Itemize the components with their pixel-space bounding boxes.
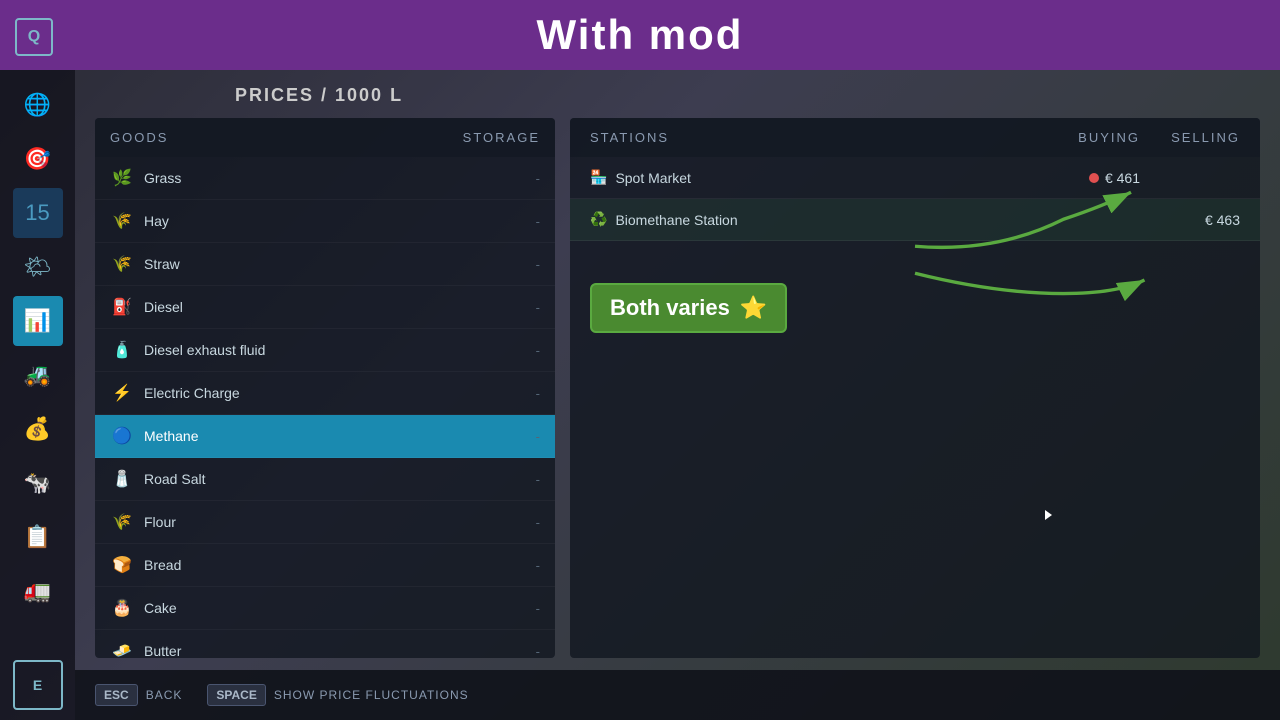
- station-label-spot-market: Spot Market: [615, 170, 690, 186]
- left-sidebar: 🌐 🎯 15 🌤 📊 🚜 💰 🐄 📋 🚛 E: [0, 70, 75, 720]
- goods-storage-grass: -: [536, 171, 540, 186]
- space-key-label: SHOW PRICE FLUCTUATIONS: [274, 688, 469, 702]
- station-icon-spot-market: 🏪: [590, 169, 607, 186]
- goods-name-bread: Bread: [144, 557, 536, 573]
- sidebar-icon-steering[interactable]: 🎯: [13, 134, 63, 184]
- sidebar-icon-animals[interactable]: 🐄: [13, 458, 63, 508]
- bottom-bar: ESC BACK SPACE SHOW PRICE FLUCTUATIONS: [75, 670, 1280, 720]
- goods-item-road-salt[interactable]: 🧂 Road Salt -: [95, 458, 555, 501]
- goods-item-electric-charge[interactable]: ⚡ Electric Charge -: [95, 372, 555, 415]
- space-key-badge[interactable]: SPACE: [207, 684, 265, 706]
- goods-item-straw[interactable]: 🌾 Straw -: [95, 243, 555, 286]
- station-icon-biomethane: ♻️: [590, 211, 607, 228]
- goods-name-hay: Hay: [144, 213, 536, 229]
- goods-storage-methane: -: [536, 429, 540, 444]
- goods-storage-diesel-exhaust: -: [536, 343, 540, 358]
- goods-storage-electric-charge: -: [536, 386, 540, 401]
- buying-column-header: BUYING: [1020, 130, 1140, 145]
- goods-name-cake: Cake: [144, 600, 536, 616]
- station-name-biomethane: ♻️ Biomethane Station: [590, 211, 1020, 228]
- goods-panel-header: GOODS STORAGE: [95, 118, 555, 157]
- goods-icon-flour: 🌾: [110, 510, 134, 534]
- goods-panel: GOODS STORAGE 🌿 Grass - 🌾 Hay - 🌾 Straw …: [95, 118, 555, 658]
- goods-name-flour: Flour: [144, 514, 536, 530]
- goods-item-hay[interactable]: 🌾 Hay -: [95, 200, 555, 243]
- both-varies-badge: Both varies ⭐: [590, 283, 787, 333]
- station-buying-spot-market: € 461: [1020, 170, 1140, 186]
- sidebar-icon-weather[interactable]: 🌤: [13, 242, 63, 292]
- sidebar-icon-stats[interactable]: 📊: [13, 296, 63, 346]
- station-label-biomethane: Biomethane Station: [615, 212, 737, 228]
- goods-icon-diesel-exhaust: 🧴: [110, 338, 134, 362]
- q-key-badge: Q: [15, 18, 53, 56]
- station-name: 🏪 Spot Market: [590, 169, 1020, 186]
- sidebar-icon-calendar[interactable]: 15: [13, 188, 63, 238]
- stations-panel: STATIONS BUYING SELLING 🏪 Spot Market € …: [570, 118, 1260, 658]
- goods-item-bread[interactable]: 🍞 Bread -: [95, 544, 555, 587]
- sidebar-icon-vehicles[interactable]: 🚛: [13, 566, 63, 616]
- page-banner-title: With mod: [537, 11, 744, 59]
- goods-storage-road-salt: -: [536, 472, 540, 487]
- esc-key-badge[interactable]: ESC: [95, 684, 138, 706]
- goods-icon-bread: 🍞: [110, 553, 134, 577]
- goods-name-electric-charge: Electric Charge: [144, 385, 536, 401]
- goods-storage-straw: -: [536, 257, 540, 272]
- goods-icon-road-salt: 🧂: [110, 467, 134, 491]
- goods-name-diesel: Diesel: [144, 299, 536, 315]
- space-key-btn[interactable]: SPACE SHOW PRICE FLUCTUATIONS: [207, 684, 468, 706]
- sidebar-icon-money[interactable]: 💰: [13, 404, 63, 454]
- goods-item-flour[interactable]: 🌾 Flour -: [95, 501, 555, 544]
- goods-name-road-salt: Road Salt: [144, 471, 536, 487]
- goods-icon-diesel: ⛽: [110, 295, 134, 319]
- station-row-biomethane[interactable]: ♻️ Biomethane Station € 463: [570, 199, 1260, 241]
- storage-column-header: STORAGE: [463, 130, 540, 145]
- goods-item-butter[interactable]: 🧈 Butter -: [95, 630, 555, 658]
- goods-icon-hay: 🌾: [110, 209, 134, 233]
- stations-panel-header: STATIONS BUYING SELLING: [570, 118, 1260, 157]
- esc-key-btn[interactable]: ESC BACK: [95, 684, 182, 706]
- goods-icon-grass: 🌿: [110, 166, 134, 190]
- main-content: PRICES / 1000 L GOODS STORAGE 🌿 Grass - …: [75, 70, 1280, 720]
- goods-column-header: GOODS: [110, 130, 463, 145]
- goods-icon-butter: 🧈: [110, 639, 134, 658]
- goods-icon-cake: 🎂: [110, 596, 134, 620]
- goods-item-diesel-exhaust[interactable]: 🧴 Diesel exhaust fluid -: [95, 329, 555, 372]
- goods-item-cake[interactable]: 🎂 Cake -: [95, 587, 555, 630]
- goods-name-methane: Methane: [144, 428, 536, 444]
- both-varies-text: Both varies: [610, 295, 730, 321]
- goods-storage-butter: -: [536, 644, 540, 659]
- goods-storage-flour: -: [536, 515, 540, 530]
- goods-icon-methane: 🔵: [110, 424, 134, 448]
- station-buying-price-spot-market: € 461: [1105, 170, 1140, 186]
- goods-list[interactable]: 🌿 Grass - 🌾 Hay - 🌾 Straw - ⛽ Diesel - 🧴…: [95, 157, 555, 658]
- goods-name-straw: Straw: [144, 256, 536, 272]
- sidebar-icon-globe[interactable]: 🌐: [13, 80, 63, 130]
- goods-name-diesel-exhaust: Diesel exhaust fluid: [144, 342, 536, 358]
- station-selling-biomethane: € 463: [1140, 212, 1240, 228]
- star-icon: ⭐: [740, 295, 767, 321]
- content-panels: GOODS STORAGE 🌿 Grass - 🌾 Hay - 🌾 Straw …: [95, 118, 1260, 658]
- goods-storage-diesel: -: [536, 300, 540, 315]
- goods-item-grass[interactable]: 🌿 Grass -: [95, 157, 555, 200]
- red-dot-icon: [1089, 173, 1099, 183]
- goods-icon-straw: 🌾: [110, 252, 134, 276]
- station-row-spot-market[interactable]: 🏪 Spot Market € 461: [570, 157, 1260, 199]
- page-title: PRICES / 1000 L: [235, 85, 1260, 106]
- goods-storage-hay: -: [536, 214, 540, 229]
- selling-column-header: SELLING: [1140, 130, 1240, 145]
- goods-storage-cake: -: [536, 601, 540, 616]
- goods-icon-electric-charge: ⚡: [110, 381, 134, 405]
- sidebar-icon-e: E: [13, 660, 63, 710]
- goods-storage-bread: -: [536, 558, 540, 573]
- stations-column-header: STATIONS: [590, 130, 1020, 145]
- top-banner: Q With mod: [0, 0, 1280, 70]
- sidebar-icon-tractor[interactable]: 🚜: [13, 350, 63, 400]
- goods-name-butter: Butter: [144, 643, 536, 658]
- goods-item-diesel[interactable]: ⛽ Diesel -: [95, 286, 555, 329]
- goods-name-grass: Grass: [144, 170, 536, 186]
- esc-key-label: BACK: [146, 688, 183, 702]
- sidebar-icon-tasks[interactable]: 📋: [13, 512, 63, 562]
- goods-item-methane[interactable]: 🔵 Methane -: [95, 415, 555, 458]
